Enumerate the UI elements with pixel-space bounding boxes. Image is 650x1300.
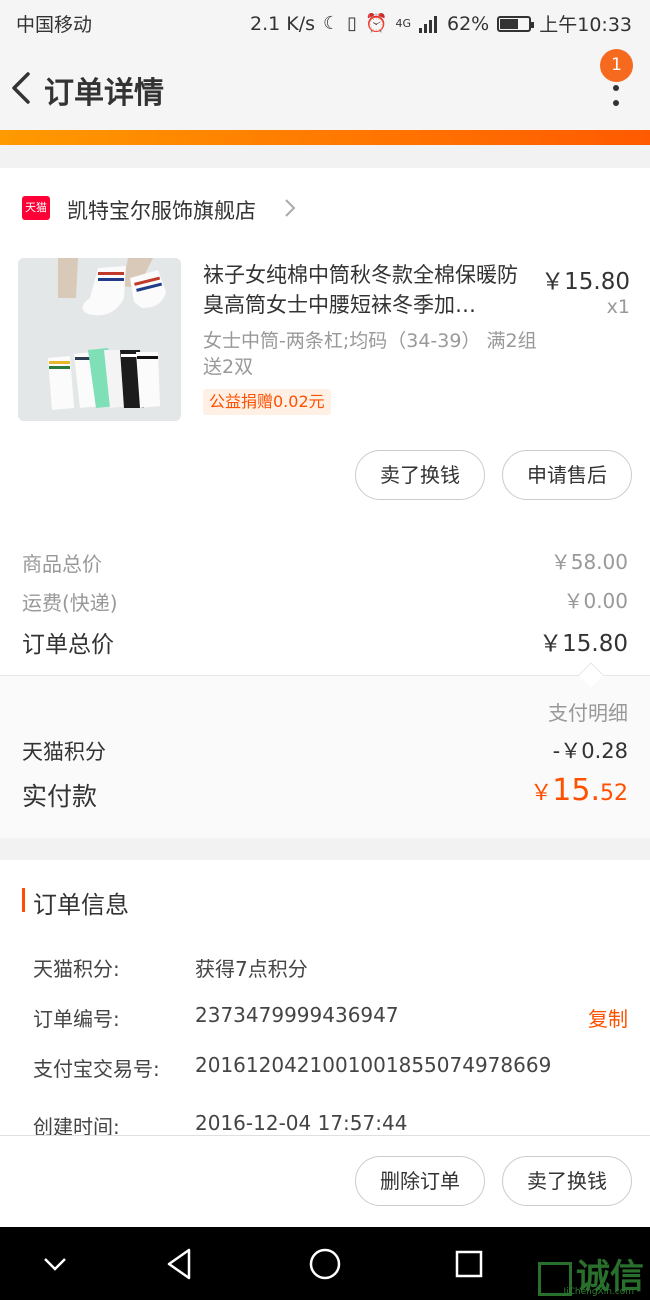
paid-amount-label: 实付款 bbox=[22, 782, 98, 811]
shipping-label: 运费(快递) bbox=[22, 591, 118, 615]
delete-order-button[interactable]: 删除订单 bbox=[355, 1156, 485, 1206]
page-title: 订单详情 bbox=[44, 76, 164, 111]
back-triangle-icon[interactable] bbox=[161, 1245, 199, 1283]
sell-for-cash-button[interactable]: 卖了换钱 bbox=[355, 450, 485, 500]
payment-detail-label[interactable]: 支付明细 bbox=[548, 697, 628, 726]
watermark-subtext: JiChengXin.com bbox=[563, 1287, 634, 1297]
product-title[interactable]: 袜子女纯棉中筒秋冬款全棉保暖防臭高筒女士中腰短袜冬季加… bbox=[203, 260, 533, 320]
info-alipay-label: 支付宝交易号: bbox=[33, 1057, 160, 1081]
info-points-value: 获得7点积分 bbox=[195, 957, 308, 981]
goods-total-value: ￥58.00 bbox=[550, 550, 628, 574]
charity-tag: 公益捐赠0.02元 bbox=[203, 389, 331, 415]
info-alipay-value: 2016120421001001855074978669 bbox=[195, 1053, 552, 1077]
status-icons: 2.1 K/s ☾ ▯ ⏰ 4G 62% 上午10:33 bbox=[250, 10, 632, 37]
bottom-sell-for-cash-button[interactable]: 卖了换钱 bbox=[502, 1156, 632, 1206]
product-price: ￥15.80 bbox=[541, 269, 630, 295]
tmall-logo: 天猫 bbox=[22, 196, 50, 220]
battery-icon bbox=[497, 15, 535, 32]
order-card: 天猫 凯特宝尔服饰旗舰店 袜子女纯棉中筒秋冬款全棉保暖防臭高筒女士中腰短袜冬季加… bbox=[0, 168, 650, 838]
recent-apps-square-icon[interactable] bbox=[450, 1245, 488, 1283]
info-created-value: 2016-12-04 17:57:44 bbox=[195, 1111, 408, 1135]
paid-currency: ￥ bbox=[530, 781, 553, 806]
header-accent-stripe bbox=[0, 130, 650, 145]
apply-after-sale-button[interactable]: 申请售后 bbox=[502, 450, 632, 500]
paid-amount-int: 15. bbox=[552, 773, 600, 808]
battery-percent: 62% bbox=[447, 12, 490, 35]
back-button[interactable] bbox=[6, 66, 40, 110]
order-info-card: 订单信息 天猫积分: 获得7点积分 订单编号: 2373479999436947… bbox=[0, 860, 650, 1139]
goods-total-label: 商品总价 bbox=[22, 552, 102, 576]
section-marker bbox=[22, 888, 25, 912]
chevron-down-icon[interactable] bbox=[36, 1245, 74, 1283]
product-quantity: x1 bbox=[606, 296, 630, 318]
points-deduction-value: -￥0.28 bbox=[552, 739, 628, 763]
carrier-label: 中国移动 bbox=[16, 14, 93, 36]
order-info-header: 订单信息 bbox=[33, 891, 129, 919]
more-icon-dot bbox=[613, 100, 619, 106]
shop-name: 凯特宝尔服饰旗舰店 bbox=[67, 199, 256, 223]
vibrate-icon: ▯ bbox=[347, 13, 358, 34]
signal-icon bbox=[419, 15, 437, 33]
info-points-label: 天猫积分: bbox=[33, 957, 120, 981]
battery-level bbox=[500, 18, 518, 29]
paid-amount-value: ￥15.52 bbox=[530, 773, 628, 808]
notification-badge: 1 bbox=[600, 49, 633, 82]
chevron-left-icon bbox=[12, 72, 30, 104]
product-sku: 女士中筒-两条杠;均码（34-39） 满2组送2双 bbox=[203, 330, 537, 378]
network-type: 4G bbox=[395, 17, 411, 30]
home-circle-icon[interactable] bbox=[306, 1245, 344, 1283]
paid-amount-dec: 52 bbox=[600, 781, 628, 806]
info-order-id-value: 2373479999436947 bbox=[195, 1003, 399, 1027]
title-bar: 订单详情 1 bbox=[0, 44, 650, 130]
shop-row[interactable]: 天猫 凯特宝尔服饰旗舰店 bbox=[0, 168, 650, 248]
points-deduction-label: 天猫积分 bbox=[22, 740, 106, 764]
product-image[interactable] bbox=[18, 258, 181, 421]
copy-order-id-button[interactable]: 复制 bbox=[588, 1003, 628, 1032]
info-order-id-label: 订单编号: bbox=[33, 1007, 120, 1031]
chevron-right-icon bbox=[285, 199, 296, 217]
net-speed: 2.1 K/s bbox=[249, 12, 315, 35]
order-total-label: 订单总价 bbox=[22, 632, 114, 658]
system-nav-bar: 诚信 JiChengXin.com bbox=[0, 1227, 650, 1300]
more-icon-dot bbox=[613, 85, 619, 91]
socks-image bbox=[18, 258, 181, 421]
shipping-value: ￥0.00 bbox=[563, 589, 628, 613]
status-bar: 中国移动 2.1 K/s ☾ ▯ ⏰ 4G 62% 上午10:33 bbox=[0, 0, 650, 44]
order-total-value: ￥15.80 bbox=[539, 631, 628, 657]
payment-divider bbox=[0, 675, 650, 676]
alarm-icon: ⏰ bbox=[365, 13, 388, 34]
moon-icon: ☾ bbox=[323, 13, 340, 34]
payment-detail-section: 支付明细 天猫积分 -￥0.28 实付款 ￥15.52 bbox=[0, 675, 650, 838]
bottom-action-bar: 删除订单 卖了换钱 bbox=[0, 1135, 650, 1227]
clock: 上午10:33 bbox=[539, 14, 632, 36]
